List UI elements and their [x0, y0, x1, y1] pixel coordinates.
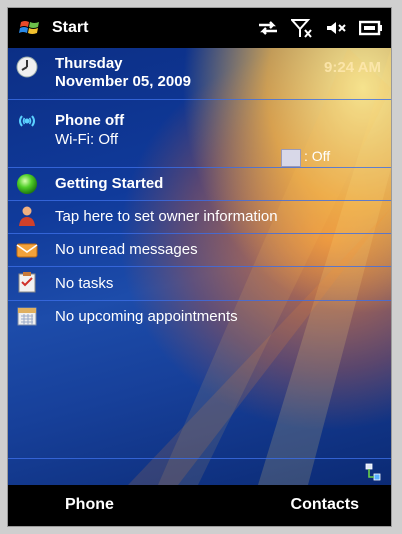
tasks-row[interactable]: No tasks — [8, 267, 391, 301]
calendar-icon — [17, 307, 37, 326]
status-icons — [257, 17, 383, 39]
person-icon — [19, 206, 35, 226]
appointments-row[interactable]: No upcoming appointments — [8, 301, 391, 333]
envelope-icon — [16, 243, 38, 258]
phone-status[interactable]: Phone off — [55, 112, 124, 129]
wifi-status[interactable]: Wi-Fi: Off — [55, 131, 118, 148]
tasks-label: No tasks — [55, 275, 114, 292]
bluetooth-icon[interactable] — [281, 149, 301, 167]
time-label: 9:24 AM — [324, 59, 381, 76]
windows-flag-icon[interactable] — [19, 18, 41, 38]
clipboard-icon — [18, 272, 36, 293]
today-screen: Thursday November 05, 2009 9:24 AM Phone… — [8, 48, 391, 485]
owner-row[interactable]: Tap here to set owner information — [8, 201, 391, 234]
title-bar: Start — [8, 8, 391, 48]
appointments-label: No upcoming appointments — [55, 308, 238, 325]
getting-started-label: Getting Started — [55, 175, 164, 192]
clock-icon — [16, 56, 38, 78]
network-connection-icon[interactable] — [365, 463, 381, 481]
messages-row[interactable]: No unread messages — [8, 234, 391, 267]
day-label: Thursday — [55, 55, 123, 72]
contacts-softkey[interactable]: Contacts — [291, 496, 359, 514]
device-screen: Start Thursday November 05, 2009 9:24 AM… — [8, 8, 391, 526]
date-label: November 05, 2009 — [55, 73, 191, 90]
wireless-antenna-icon — [19, 115, 35, 127]
speaker-mute-icon[interactable] — [325, 19, 347, 37]
messages-label: No unread messages — [55, 241, 198, 258]
getting-started-row[interactable]: Getting Started — [8, 168, 391, 201]
bluetooth-status[interactable]: : Off — [304, 148, 330, 164]
today-divider — [8, 458, 391, 459]
no-signal-icon[interactable] — [291, 18, 313, 38]
green-orb-icon — [17, 174, 37, 194]
start-menu-button[interactable]: Start — [52, 19, 88, 37]
owner-label: Tap here to set owner information — [55, 208, 278, 225]
softkey-bar: Phone Contacts — [8, 485, 391, 526]
battery-icon[interactable] — [359, 19, 383, 37]
phone-softkey[interactable]: Phone — [65, 496, 114, 514]
connectivity-row[interactable]: Phone off Wi-Fi: Off — [8, 100, 391, 168]
data-connection-icon[interactable] — [257, 19, 279, 37]
date-row[interactable]: Thursday November 05, 2009 9:24 AM — [8, 48, 391, 100]
